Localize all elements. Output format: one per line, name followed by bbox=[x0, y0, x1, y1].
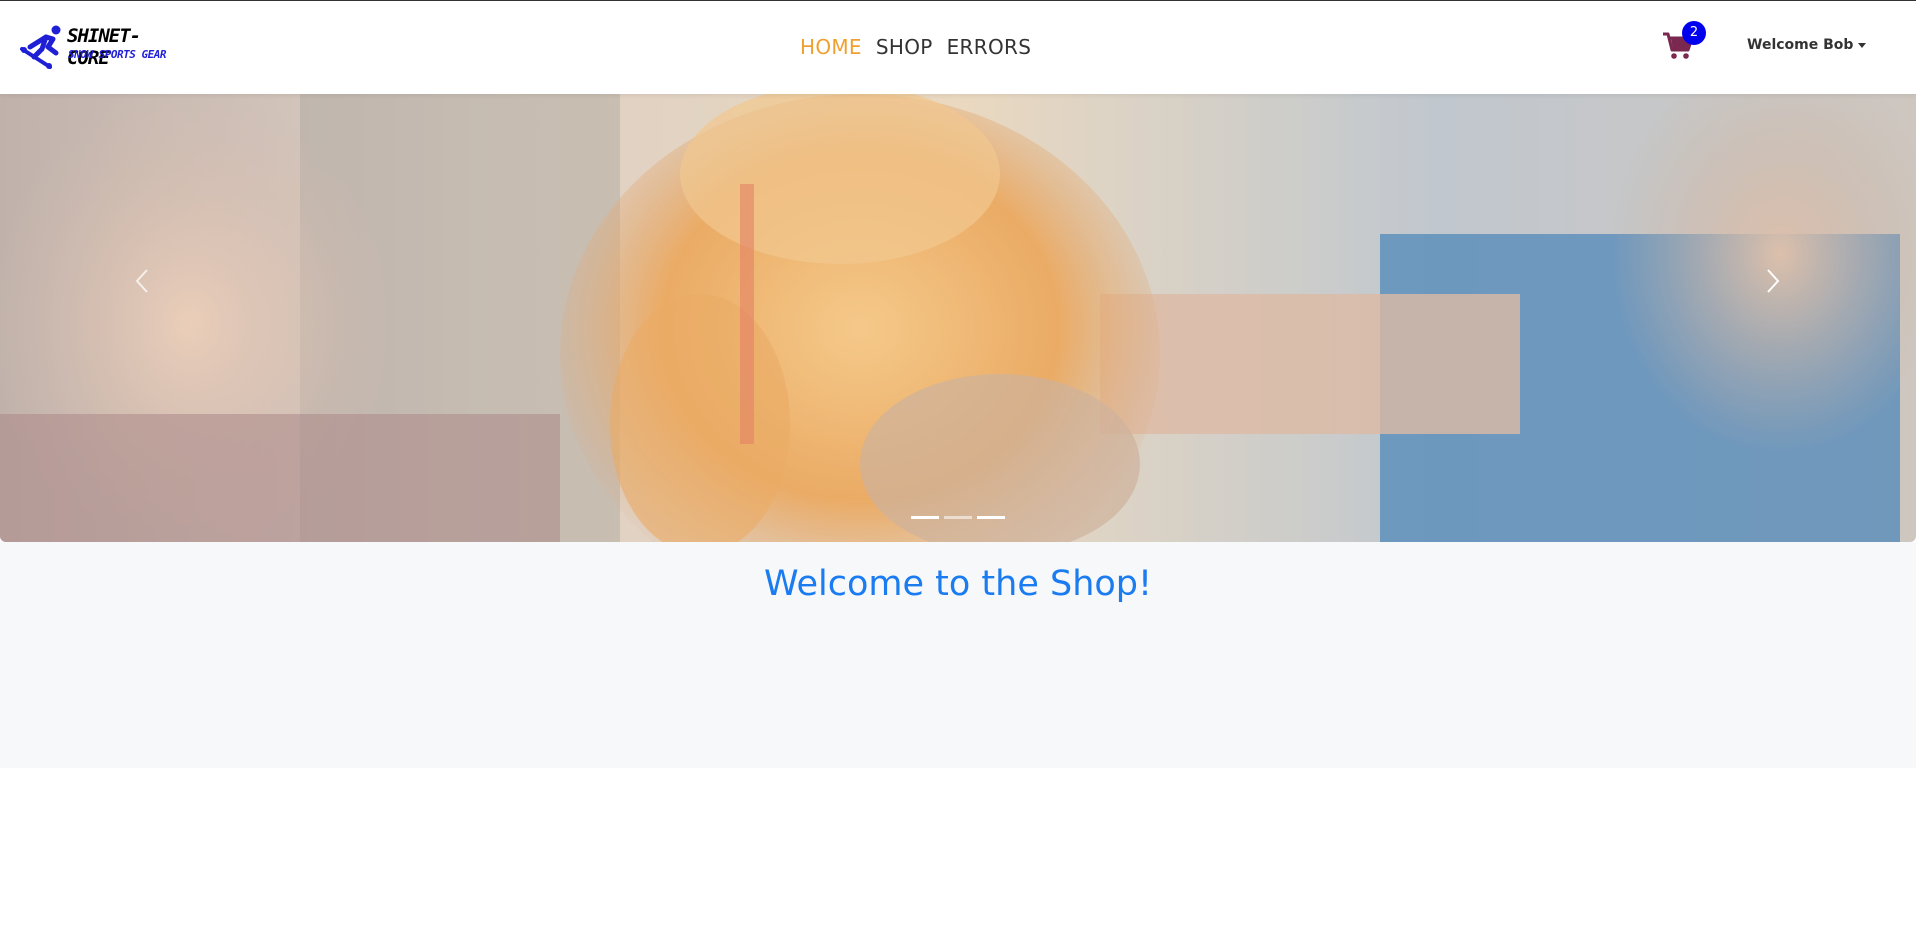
nav-shop-link[interactable]: SHOP bbox=[876, 35, 933, 59]
chevron-right-icon bbox=[1767, 269, 1780, 293]
snowboarder-icon bbox=[20, 25, 61, 69]
page: SHINET-CORE SNOW SPORTS GEAR HOME SHOP E… bbox=[0, 0, 1916, 952]
welcome-title: Welcome to the Shop! bbox=[763, 564, 1153, 604]
user-menu-label: Welcome Bob bbox=[1747, 37, 1854, 53]
carousel-indicators bbox=[911, 516, 1005, 519]
brand-logo[interactable]: SHINET-CORE SNOW SPORTS GEAR bbox=[20, 23, 180, 71]
carousel-indicator-1[interactable] bbox=[911, 516, 939, 519]
carousel-slide-image bbox=[0, 94, 1916, 542]
carousel-indicator-2[interactable] bbox=[944, 516, 972, 519]
brand-name: SHINET-CORE bbox=[67, 25, 141, 69]
carousel-next-button[interactable] bbox=[1753, 256, 1793, 306]
carousel-prev-button[interactable] bbox=[122, 256, 162, 306]
chevron-left-icon bbox=[135, 269, 148, 293]
carousel-indicator-3[interactable] bbox=[977, 516, 1005, 519]
cart-count-badge: 2 bbox=[1682, 21, 1706, 45]
nav-home-link[interactable]: HOME bbox=[800, 35, 862, 59]
main-nav: HOME SHOP ERRORS bbox=[800, 35, 1031, 59]
welcome-section: Welcome to the Shop! bbox=[0, 542, 1916, 768]
caret-down-icon bbox=[1858, 43, 1867, 48]
brand-tagline: SNOW SPORTS GEAR bbox=[68, 48, 166, 61]
top-navbar: SHINET-CORE SNOW SPORTS GEAR HOME SHOP E… bbox=[0, 1, 1916, 94]
hero-carousel bbox=[0, 94, 1916, 542]
nav-errors-link[interactable]: ERRORS bbox=[947, 35, 1032, 59]
user-menu-dropdown[interactable]: Welcome Bob bbox=[1747, 37, 1867, 53]
